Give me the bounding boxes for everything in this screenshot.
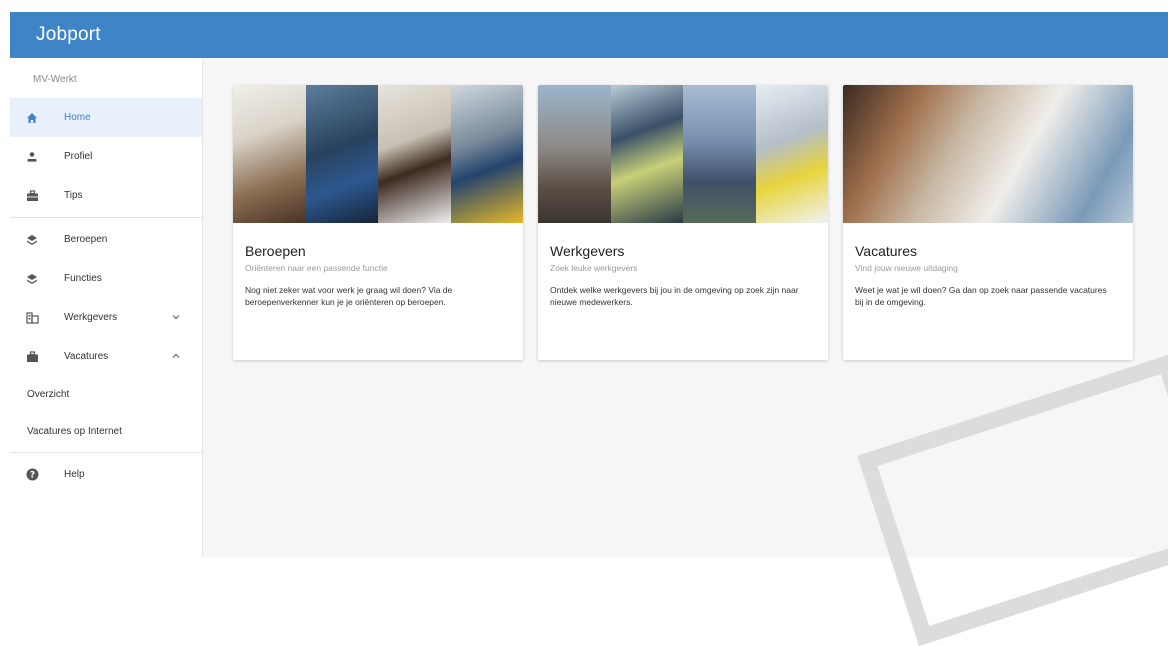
sidebar-subitem-label: Vacatures op Internet	[27, 426, 122, 437]
sidebar: MV-Werkt Home Profiel Tips Beroepen Func…	[10, 58, 203, 557]
sidebar-item-help[interactable]: ? Help	[10, 455, 202, 494]
sidebar-divider	[10, 452, 202, 453]
home-icon	[25, 111, 39, 125]
chevron-up-icon[interactable]	[170, 350, 182, 362]
svg-text:?: ?	[29, 471, 34, 481]
app-title[interactable]: Jobport	[36, 24, 101, 46]
layers-icon	[25, 233, 39, 247]
card-image-beroepen	[233, 85, 523, 223]
card-image-vacatures	[843, 85, 1133, 223]
sidebar-subitem-label: Overzicht	[27, 389, 70, 400]
sidebar-item-label: Vacatures	[64, 351, 109, 362]
card-title: Vacatures	[855, 243, 917, 259]
card-subtitle: Oriënteren naar een passende functie	[245, 263, 388, 273]
sidebar-item-home[interactable]: Home	[10, 98, 202, 137]
person-icon	[25, 150, 39, 164]
sidebar-divider	[10, 217, 202, 218]
card-text: Weet je wat je wil doen? Ga dan op zoek …	[855, 285, 1107, 307]
sidebar-item-label: Home	[64, 112, 91, 123]
sidebar-subitem-vacatures-op-internet[interactable]: Vacatures op Internet	[10, 413, 202, 450]
card-title: Werkgevers	[550, 243, 625, 259]
card-subtitle: Vind jouw nieuwe uitdaging	[855, 263, 958, 273]
sidebar-item-tips[interactable]: Tips	[10, 176, 202, 215]
briefcase-icon	[25, 189, 39, 203]
sidebar-item-label: Werkgevers	[64, 312, 118, 323]
org-name: MV-Werkt	[33, 74, 77, 85]
building-icon	[25, 311, 39, 325]
sidebar-item-label: Beroepen	[64, 234, 108, 245]
sidebar-item-werkgevers[interactable]: Werkgevers	[10, 298, 202, 337]
app-bar: Jobport	[10, 12, 1168, 58]
sidebar-item-label: Profiel	[64, 151, 93, 162]
briefcase-icon	[25, 350, 39, 364]
sidebar-item-label: Functies	[64, 273, 102, 284]
card-subtitle: Zoek leuke werkgevers	[550, 263, 638, 273]
sidebar-item-profiel[interactable]: Profiel	[10, 137, 202, 176]
card-image-werkgevers	[538, 85, 828, 223]
card-beroepen[interactable]: Beroepen Oriënteren naar een passende fu…	[233, 85, 523, 360]
card-text: Ontdek welke werkgevers bij jou in de om…	[550, 285, 799, 307]
card-title: Beroepen	[245, 243, 306, 259]
card-werkgevers[interactable]: Werkgevers Zoek leuke werkgevers Ontdek …	[538, 85, 828, 360]
sidebar-item-vacatures[interactable]: Vacatures	[10, 337, 202, 376]
help-icon: ?	[25, 468, 39, 482]
sidebar-item-label: Tips	[64, 190, 83, 201]
sidebar-item-beroepen[interactable]: Beroepen	[10, 220, 202, 259]
card-vacatures[interactable]: Vacatures Vind jouw nieuwe uitdaging Wee…	[843, 85, 1133, 360]
sidebar-item-functies[interactable]: Functies	[10, 259, 202, 298]
chevron-down-icon[interactable]	[170, 311, 182, 323]
app-window: Jobport MV-Werkt Home Profiel Tips Beroe…	[0, 0, 1168, 646]
sidebar-item-label: Help	[64, 469, 85, 480]
card-text: Nog niet zeker wat voor werk je graag wi…	[245, 285, 453, 307]
layers-icon	[25, 272, 39, 286]
sidebar-subitem-overzicht[interactable]: Overzicht	[10, 376, 202, 413]
